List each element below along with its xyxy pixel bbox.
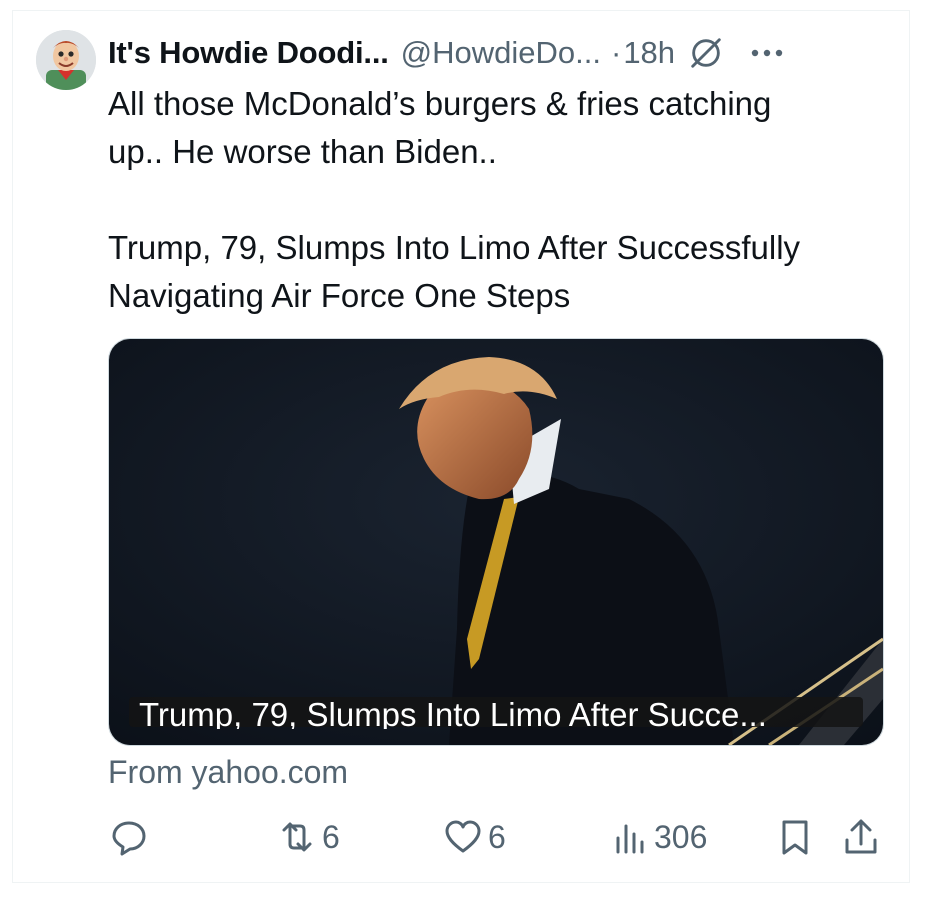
bookmark-button[interactable] (774, 812, 816, 862)
tweet-text-line: Navigating Air Force One Steps (108, 277, 571, 314)
retweet-button[interactable]: 6 (276, 812, 340, 862)
divider (12, 882, 910, 883)
tweet-text-line: All those McDonald’s burgers & fries cat… (108, 85, 772, 122)
views-icon (616, 824, 644, 854)
retweet-count: 6 (322, 818, 340, 855)
like-button[interactable]: 6 (442, 812, 506, 862)
tweet-header: It's Howdie Doodi... @HowdieDo... · 18h (108, 30, 888, 76)
tweet-text: All those McDonald’s burgers & fries cat… (108, 80, 898, 320)
views-count: 306 (654, 818, 708, 855)
card-source[interactable]: From yahoo.com (108, 754, 348, 791)
reply-button[interactable] (108, 812, 154, 862)
card-caption: Trump, 79, Slumps Into Limo After Succe.… (129, 696, 863, 729)
link-card-image[interactable]: Trump, 79, Slumps Into Limo After Succe.… (108, 338, 884, 746)
like-icon (445, 820, 481, 853)
like-count: 6 (488, 818, 506, 855)
share-button[interactable] (840, 812, 882, 862)
photo (109, 339, 883, 745)
action-bar: 6 6 306 (108, 812, 882, 862)
display-name[interactable]: It's Howdie Doodi... (108, 35, 389, 71)
user-handle[interactable]: @HowdieDo... (401, 35, 601, 71)
share-icon (845, 819, 877, 854)
separator-dot: · (610, 35, 622, 70)
avatar[interactable] (36, 30, 96, 90)
tweet-text-line: Trump, 79, Slumps Into Limo After Succes… (108, 229, 801, 266)
more-icon[interactable] (747, 33, 787, 73)
views-button[interactable]: 306 (608, 812, 707, 862)
timestamp[interactable]: 18h (623, 35, 675, 71)
grok-icon[interactable] (687, 34, 725, 72)
retweet-icon (282, 822, 312, 852)
bookmark-icon (782, 820, 808, 855)
card-caption-text: Trump, 79, Slumps Into Limo After Succe.… (139, 696, 767, 729)
reply-icon (112, 821, 146, 856)
tweet-text-line: up.. He worse than Biden.. (108, 133, 497, 170)
